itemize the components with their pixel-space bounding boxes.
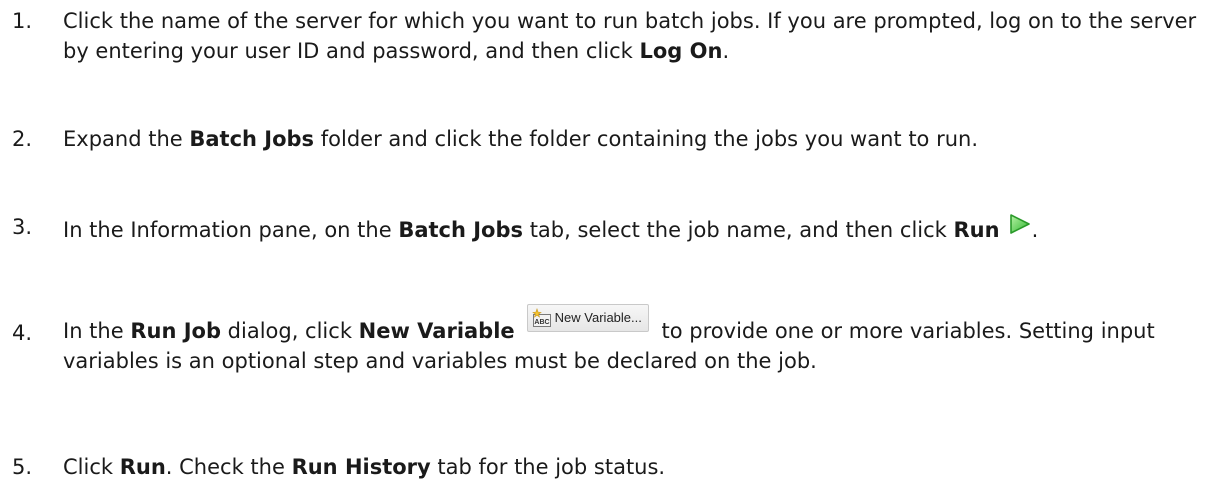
step-text-segment: dialog, click: [220, 319, 359, 343]
new-variable-icon: ABC: [531, 308, 552, 328]
step-5: 5. Click Run. Check the Run History tab …: [0, 452, 1200, 482]
step-number: 5.: [12, 455, 33, 479]
ui-term-run: Run: [119, 455, 166, 479]
step-text: In the Run Job dialog, click New Variabl…: [63, 304, 1200, 376]
step-text-segment: Expand the: [63, 127, 190, 151]
ui-term-new-variable: New Variable: [358, 319, 515, 343]
step-2: 2. Expand the Batch Jobs folder and clic…: [0, 124, 1200, 154]
ui-term-batch-jobs: Batch Jobs: [398, 218, 524, 242]
step-text-segment: tab for the job status.: [430, 455, 666, 479]
step-4: 4. In the Run Job dialog, click New Vari…: [0, 304, 1200, 376]
step-text-segment: Click the name of the server for which y…: [63, 9, 1197, 63]
step-text-segment: . Check the: [165, 455, 292, 479]
new-variable-button[interactable]: ABC New Variable...: [526, 304, 649, 332]
ui-term-run-job: Run Job: [130, 319, 221, 343]
step-1: 1. Click the name of the server for whic…: [0, 6, 1200, 66]
instruction-steps: 1. Click the name of the server for whic…: [0, 0, 1230, 504]
step-text-segment: Click: [63, 455, 120, 479]
ui-term-run-history: Run History: [291, 455, 431, 479]
step-text: Click Run. Check the Run History tab for…: [63, 452, 1200, 482]
run-icon: [1008, 213, 1032, 235]
svg-text:ABC: ABC: [534, 319, 549, 326]
step-number: 4.: [12, 321, 33, 345]
step-text-segment: folder and click the folder containing t…: [314, 127, 979, 151]
step-text-segment: .: [1031, 218, 1039, 242]
ui-term-run: Run: [953, 218, 1000, 242]
new-variable-label: New Variable...: [554, 310, 642, 325]
ui-term-batch-jobs: Batch Jobs: [189, 127, 315, 151]
step-text: In the Information pane, on the Batch Jo…: [63, 212, 1200, 248]
step-text-segment: tab, select the job name, and then click: [523, 218, 954, 242]
ui-term-log-on: Log On: [639, 39, 723, 63]
step-text-segment: In the Information pane, on the: [63, 218, 399, 242]
step-text-segment: In the: [63, 319, 131, 343]
step-text: Click the name of the server for which y…: [63, 6, 1200, 66]
step-text: Expand the Batch Jobs folder and click t…: [63, 124, 1200, 154]
step-number: 3.: [12, 215, 33, 239]
step-number: 1.: [12, 9, 33, 33]
step-3: 3. In the Information pane, on the Batch…: [0, 212, 1200, 248]
step-number: 2.: [12, 127, 33, 151]
step-text-segment: .: [722, 39, 730, 63]
